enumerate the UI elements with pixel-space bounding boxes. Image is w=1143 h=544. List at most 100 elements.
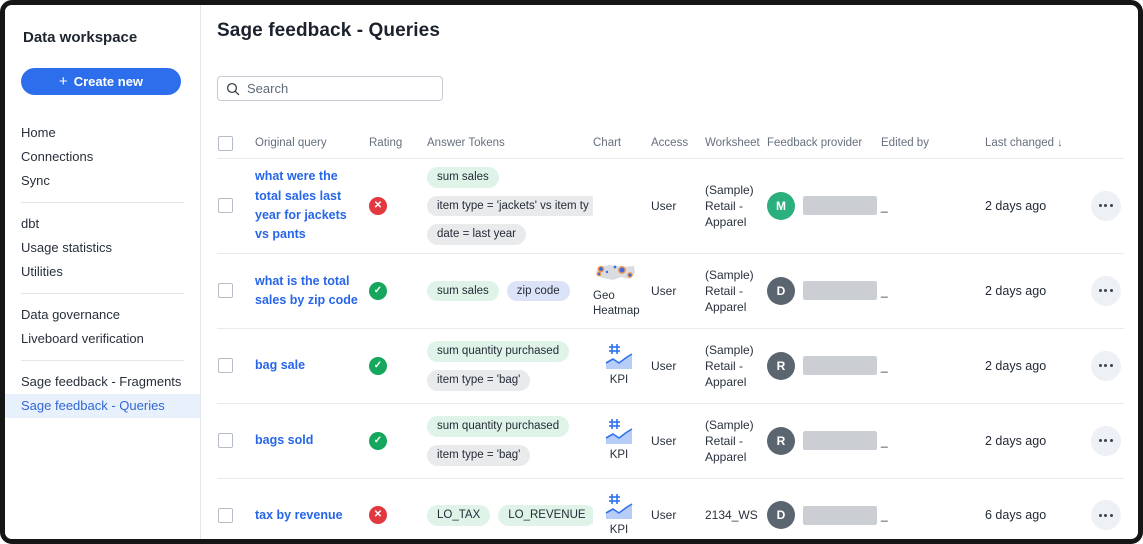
- table-row: what were the total sales last year for …: [217, 158, 1124, 253]
- feedback-provider: R: [767, 352, 881, 380]
- column-header-last-changed[interactable]: Last changed↓: [985, 137, 1087, 149]
- more-menu-button[interactable]: [1091, 191, 1121, 221]
- search-icon: [226, 82, 240, 96]
- query-link[interactable]: what is the total sales by zip code: [255, 272, 369, 311]
- column-header-feedback-provider: Feedback provider: [767, 137, 881, 149]
- rating-positive-icon: ✓: [369, 432, 387, 450]
- chart-type-label: Geo Heatmap: [593, 289, 645, 319]
- avatar: D: [767, 277, 795, 305]
- row-checkbox[interactable]: [218, 198, 233, 213]
- worksheet-value: (Sample) Retail - Apparel: [705, 182, 767, 231]
- column-header-rating: Rating: [369, 137, 427, 149]
- column-header-chart: Chart: [593, 137, 651, 149]
- rating-negative-icon: ✕: [369, 506, 387, 524]
- plus-icon: +: [59, 74, 68, 89]
- worksheet-value: (Sample) Retail - Apparel: [705, 417, 767, 466]
- redacted-name: [803, 506, 877, 525]
- select-all-checkbox[interactable]: [218, 136, 233, 151]
- sidebar-item-usage-statistics[interactable]: Usage statistics: [5, 236, 200, 260]
- last-changed-value: 2 days ago: [985, 434, 1087, 448]
- answer-token: sum sales: [427, 167, 499, 188]
- sidebar-item-data-governance[interactable]: Data governance: [5, 303, 200, 327]
- answer-token: zip code: [507, 281, 570, 302]
- answer-token: item type = 'bag': [427, 370, 530, 391]
- edited-by-value: _: [881, 508, 985, 522]
- row-checkbox[interactable]: [218, 283, 233, 298]
- feedback-provider: D: [767, 501, 881, 529]
- row-checkbox[interactable]: [218, 508, 233, 523]
- table-header-row: Original query Rating Answer Tokens Char…: [217, 128, 1124, 158]
- column-header-access: Access: [651, 137, 705, 149]
- last-changed-value: 2 days ago: [985, 284, 1087, 298]
- last-changed-value: 2 days ago: [985, 359, 1087, 373]
- sidebar-divider: [21, 360, 184, 361]
- sidebar-item-connections[interactable]: Connections: [5, 145, 200, 169]
- search-box[interactable]: [217, 76, 443, 101]
- edited-by-value: _: [881, 434, 985, 448]
- table-row: what is the total sales by zip code ✓ su…: [217, 253, 1124, 328]
- feedback-provider: D: [767, 277, 881, 305]
- sidebar-divider: [21, 293, 184, 294]
- worksheet-value: 2134_WS: [705, 507, 767, 523]
- answer-token: LO_TAX: [427, 505, 490, 526]
- rating-positive-icon: ✓: [369, 357, 387, 375]
- table-row: bag sale ✓ sum quantity purchased item t…: [217, 328, 1124, 403]
- redacted-name: [803, 196, 877, 215]
- avatar: M: [767, 192, 795, 220]
- workspace-title: Data workspace: [23, 29, 184, 46]
- table-row: bags sold ✓ sum quantity purchased item …: [217, 403, 1124, 478]
- sidebar-item-liveboard-verification[interactable]: Liveboard verification: [5, 327, 200, 351]
- answer-token: sum sales: [427, 281, 499, 302]
- redacted-name: [803, 356, 877, 375]
- page-title: Sage feedback - Queries: [217, 20, 1124, 42]
- query-link[interactable]: tax by revenue: [255, 506, 369, 525]
- kpi-chart-icon: [604, 343, 634, 371]
- sidebar-item-home[interactable]: Home: [5, 121, 200, 145]
- more-menu-button[interactable]: [1091, 500, 1121, 530]
- last-changed-value: 2 days ago: [985, 199, 1087, 213]
- chart-type-label: KPI: [610, 448, 629, 463]
- column-header-worksheet: Worksheet: [705, 137, 767, 149]
- sidebar-divider: [21, 202, 184, 203]
- sort-desc-icon: ↓: [1057, 137, 1063, 149]
- avatar: R: [767, 352, 795, 380]
- redacted-name: [803, 431, 877, 450]
- more-menu-button[interactable]: [1091, 351, 1121, 381]
- sidebar-item-sage-feedback-fragments[interactable]: Sage feedback - Fragments: [5, 370, 200, 394]
- kpi-chart-icon: [604, 418, 634, 446]
- edited-by-value: _: [881, 199, 985, 213]
- query-link[interactable]: bag sale: [255, 356, 369, 375]
- sidebar: Data workspace + Create new Home Connect…: [5, 5, 201, 539]
- table-row: tax by revenue ✕ LO_TAX LO_REVENUE: [217, 478, 1124, 539]
- create-new-button[interactable]: + Create new: [21, 68, 181, 95]
- sidebar-item-sage-feedback-queries[interactable]: Sage feedback - Queries: [5, 394, 200, 418]
- answer-token: sum quantity purchased: [427, 416, 569, 437]
- sidebar-item-dbt[interactable]: dbt: [5, 212, 200, 236]
- row-checkbox[interactable]: [218, 358, 233, 373]
- more-menu-button[interactable]: [1091, 276, 1121, 306]
- query-link[interactable]: bags sold: [255, 431, 369, 450]
- sidebar-item-sync[interactable]: Sync: [5, 169, 200, 193]
- chart-type-label: KPI: [610, 373, 629, 388]
- access-value: User: [651, 359, 705, 373]
- row-checkbox[interactable]: [218, 433, 233, 448]
- sidebar-item-utilities[interactable]: Utilities: [5, 260, 200, 284]
- answer-token: LO_REVENUE: [498, 505, 593, 526]
- feedback-provider: R: [767, 427, 881, 455]
- answer-token: sum quantity purchased: [427, 341, 569, 362]
- access-value: User: [651, 508, 705, 522]
- feedback-provider: M: [767, 192, 881, 220]
- rating-positive-icon: ✓: [369, 282, 387, 300]
- column-header-original-query: Original query: [255, 137, 369, 149]
- column-header-edited-by: Edited by: [881, 137, 985, 149]
- search-input[interactable]: [247, 81, 434, 96]
- avatar: R: [767, 427, 795, 455]
- column-header-answer-tokens: Answer Tokens: [427, 137, 593, 149]
- worksheet-value: (Sample) Retail - Apparel: [705, 267, 767, 316]
- more-menu-button[interactable]: [1091, 426, 1121, 456]
- edited-by-value: _: [881, 284, 985, 298]
- access-value: User: [651, 199, 705, 213]
- query-link[interactable]: what were the total sales last year for …: [255, 167, 369, 245]
- edited-by-value: _: [881, 359, 985, 373]
- answer-token: item type = 'bag': [427, 445, 530, 466]
